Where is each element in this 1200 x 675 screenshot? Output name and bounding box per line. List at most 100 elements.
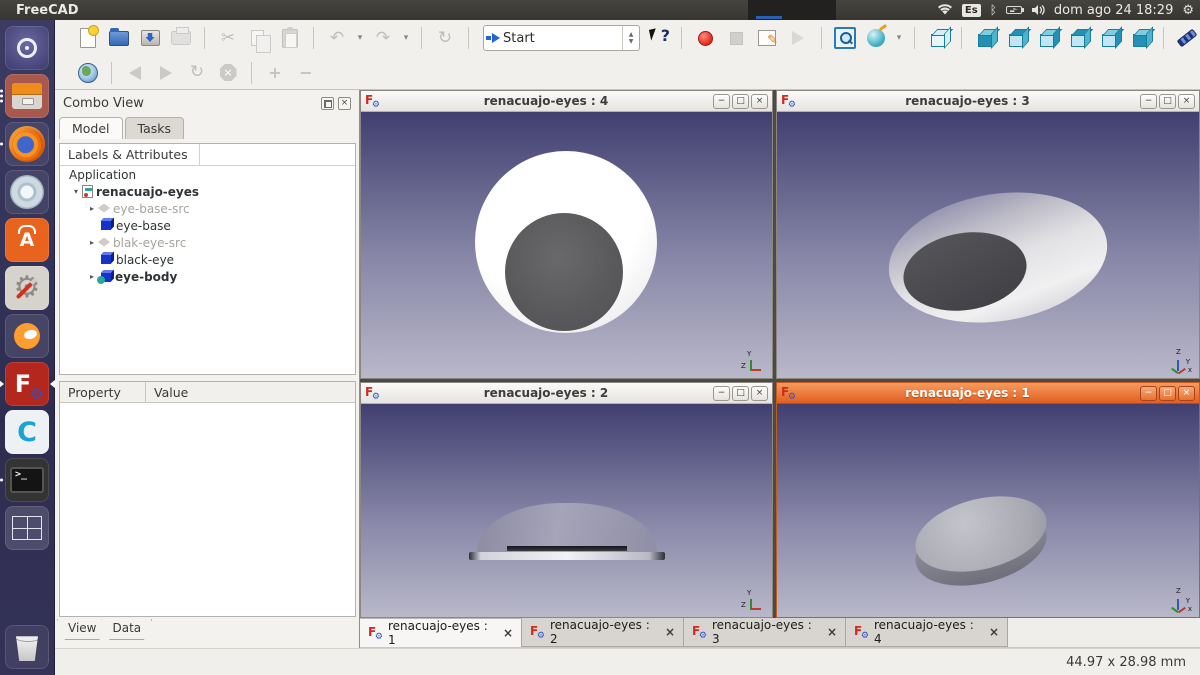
tab-close-icon[interactable]: × [989, 625, 999, 639]
whats-this-button[interactable]: ? [649, 27, 671, 49]
session-menu-icon[interactable]: ⚙ [1182, 3, 1194, 18]
undo-button[interactable]: ↶ [324, 25, 350, 51]
window-tab-1[interactable]: F⚙ renacuajo-eyes : 1 × [360, 618, 522, 647]
window-tab-3[interactable]: F⚙ renacuajo-eyes : 3 × [684, 618, 846, 647]
fit-all-button[interactable] [832, 25, 858, 51]
measure-button[interactable] [1174, 25, 1200, 51]
viewport-iso-eye[interactable]: ZYx [777, 112, 1199, 378]
tree-item-document[interactable]: renacuajo-eyes [93, 185, 199, 199]
close-button[interactable]: × [1178, 386, 1195, 401]
keyboard-layout-indicator[interactable]: Es [962, 4, 981, 17]
refresh-button[interactable]: ↻ [432, 25, 458, 51]
restore-button[interactable]: □ [1159, 94, 1176, 109]
minimize-button[interactable]: − [1140, 94, 1157, 109]
open-document-button[interactable] [106, 25, 132, 51]
value-column-header[interactable]: Value [146, 382, 188, 402]
macro-stop-button[interactable] [723, 25, 749, 51]
launcher-cura[interactable]: C [5, 410, 49, 454]
eye-pupil[interactable] [505, 213, 623, 331]
right-view-button[interactable] [1034, 25, 1060, 51]
tree-item-blak-eye-src[interactable]: blak-eye-src [110, 236, 186, 250]
tab-tasks[interactable]: Tasks [125, 117, 185, 139]
launcher-system-settings[interactable]: ⚙ [5, 266, 49, 310]
zoom-in-button[interactable]: + [262, 60, 288, 86]
tab-close-icon[interactable]: × [665, 625, 675, 639]
restore-button[interactable]: □ [732, 94, 749, 109]
close-button[interactable]: × [751, 386, 768, 401]
clock[interactable]: dom ago 24 18:29 [1054, 3, 1173, 18]
bluetooth-icon[interactable]: ᛒ [990, 3, 997, 17]
redo-dropdown-arrow[interactable]: ▾ [401, 33, 411, 43]
front-view-button[interactable] [972, 25, 998, 51]
new-document-button[interactable] [75, 25, 101, 51]
launcher-chromium[interactable] [5, 170, 49, 214]
paste-button[interactable] [277, 25, 303, 51]
top-view-button[interactable] [1003, 25, 1029, 51]
launcher-blender[interactable] [5, 314, 49, 358]
viewport-iso-disc[interactable]: ZYx [777, 404, 1199, 617]
nav-refresh-button[interactable]: ↻ [184, 60, 210, 86]
window-titlebar[interactable]: F⚙ renacuajo-eyes : 2 − □ × [361, 383, 772, 404]
window-tab-2[interactable]: F⚙ renacuajo-eyes : 2 × [522, 618, 684, 647]
tab-model[interactable]: Model [59, 117, 123, 139]
web-home-button[interactable] [75, 60, 101, 86]
cut-button[interactable]: ✂ [215, 25, 241, 51]
tab-close-icon[interactable]: × [503, 626, 513, 640]
tree-item-eye-base-src[interactable]: eye-base-src [110, 202, 190, 216]
tab-data[interactable]: Data [101, 619, 152, 640]
window-titlebar-active[interactable]: F⚙ renacuajo-eyes : 1 − □ × [777, 383, 1199, 404]
axonometric-view-button[interactable] [925, 25, 951, 51]
tree-item-eye-base[interactable]: eye-base [113, 219, 171, 233]
minimize-button[interactable]: − [1140, 386, 1157, 401]
dock-float-button[interactable] [321, 97, 334, 110]
tab-view[interactable]: View [57, 619, 107, 640]
minimize-button[interactable]: − [713, 94, 730, 109]
dock-close-button[interactable]: × [338, 97, 351, 110]
rear-view-button[interactable] [1065, 25, 1091, 51]
left-view-button[interactable] [1127, 25, 1153, 51]
minimize-button[interactable]: − [713, 386, 730, 401]
volume-icon[interactable] [1031, 4, 1045, 16]
macro-play-button[interactable] [785, 25, 811, 51]
bottom-view-button[interactable] [1096, 25, 1122, 51]
print-button[interactable] [168, 25, 194, 51]
launcher-terminal[interactable]: >_ [5, 458, 49, 502]
close-button[interactable]: × [1178, 94, 1195, 109]
nav-stop-button[interactable]: × [215, 60, 241, 86]
workbench-spinner[interactable]: ▲▼ [622, 26, 639, 50]
branch-expanded-icon[interactable]: ▾ [70, 187, 82, 196]
viewport-front-eye[interactable]: YZ [361, 112, 772, 378]
macro-record-button[interactable] [692, 25, 718, 51]
wifi-icon[interactable] [937, 4, 953, 16]
window-titlebar[interactable]: F⚙ renacuajo-eyes : 4 − □ × [361, 91, 772, 112]
nav-back-button[interactable] [122, 60, 148, 86]
macro-edit-button[interactable]: ✎ [754, 25, 780, 51]
zoom-out-button[interactable]: − [293, 60, 319, 86]
close-button[interactable]: × [751, 94, 768, 109]
redo-button[interactable]: ↷ [370, 25, 396, 51]
window-tab-4[interactable]: F⚙ renacuajo-eyes : 4 × [846, 618, 1008, 647]
launcher-trash[interactable] [5, 625, 49, 669]
branch-collapsed-icon[interactable]: ▸ [86, 238, 98, 247]
tab-close-icon[interactable]: × [827, 625, 837, 639]
property-column-header[interactable]: Property [60, 382, 146, 402]
restore-button[interactable]: □ [1159, 386, 1176, 401]
draw-style-dropdown-arrow[interactable]: ▾ [894, 33, 904, 43]
copy-button[interactable] [246, 25, 272, 51]
tree-item-eye-body[interactable]: eye-body [112, 270, 177, 284]
save-button[interactable] [137, 25, 163, 51]
launcher-file-manager[interactable] [5, 74, 49, 118]
battery-icon[interactable] [1006, 6, 1022, 14]
launcher-software-center[interactable]: A [5, 218, 49, 262]
window-titlebar[interactable]: F⚙ renacuajo-eyes : 3 − □ × [777, 91, 1199, 112]
undo-dropdown-arrow[interactable]: ▾ [355, 33, 365, 43]
viewport-side-dome[interactable]: YZ [361, 404, 772, 617]
launcher-freecad[interactable]: F⚙ [5, 362, 49, 406]
workbench-selector[interactable]: Start ▲▼ [483, 25, 640, 51]
branch-collapsed-icon[interactable]: ▸ [86, 204, 98, 213]
nav-forward-button[interactable] [153, 60, 179, 86]
launcher-workspace-switcher[interactable] [5, 506, 49, 550]
launcher-ubuntu-dash[interactable] [5, 26, 49, 70]
launcher-firefox[interactable] [5, 122, 49, 166]
draw-style-button[interactable] [863, 25, 889, 51]
